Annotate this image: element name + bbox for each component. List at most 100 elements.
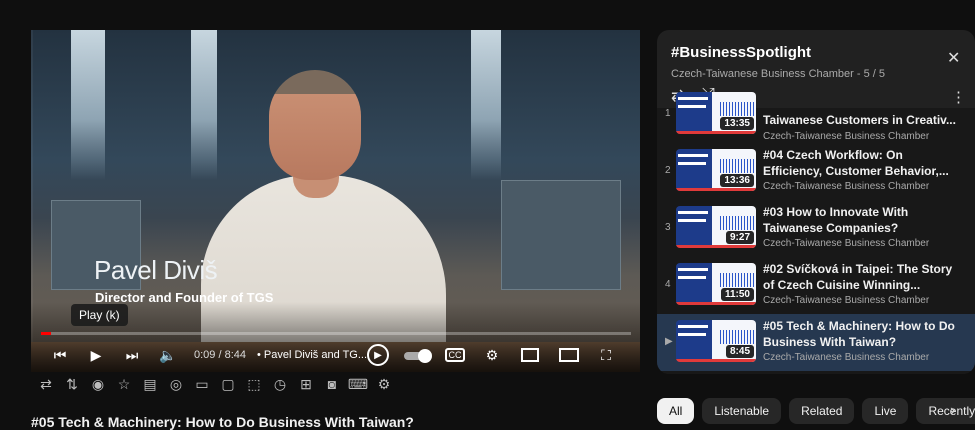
captions-icon[interactable]: CC (445, 348, 465, 362)
next-icon[interactable]: ⏭ (123, 346, 141, 364)
chapter-title[interactable]: • Pavel Diviš and TG... (257, 349, 367, 361)
video-player[interactable]: Pavel Diviš Director and Founder of TGS … (31, 30, 640, 372)
close-icon[interactable]: ✕ (947, 48, 960, 68)
star-icon[interactable]: ☆ (116, 376, 132, 392)
playlist-title[interactable]: #BusinessSpotlight (671, 44, 811, 61)
thumbnail-graphic (676, 131, 756, 134)
speaker-name-overlay: Pavel Diviš (94, 255, 218, 285)
time-display: 0:09 / 8:44 (194, 349, 246, 361)
playlist-item-index: 3 (665, 222, 671, 233)
thumbnail-graphic (678, 325, 708, 328)
duration-badge: 13:35 (720, 117, 754, 130)
playlist-item[interactable]: 2 13:36 #04 Czech Workflow: On Efficiency,… (657, 143, 975, 200)
keyboard-icon[interactable]: ⌨ (348, 376, 368, 392)
window-light (191, 30, 217, 180)
thumbnail-graphic (678, 162, 706, 165)
playlist-panel: #BusinessSpotlight Czech-Taiwanese Busin… (657, 30, 975, 374)
filter-chip[interactable]: Recently (916, 398, 975, 424)
play-tooltip: Play (k) (71, 304, 128, 326)
speaker-head (269, 70, 361, 180)
thumbnail-graphic (720, 330, 754, 344)
thumbnail-graphic (678, 268, 708, 271)
duration-badge: 13:36 (720, 174, 754, 187)
playlist-thumbnail[interactable]: 13:35 (676, 92, 756, 134)
thumbnail-graphic (720, 159, 754, 173)
playlist-item-title[interactable]: #05 Tech & Machinery: How to Do Business… (763, 318, 963, 350)
volume-icon[interactable]: 🔈 (159, 346, 177, 364)
broadcast-icon[interactable]: ◉ (90, 376, 106, 392)
window-light (471, 30, 501, 180)
fullscreen-icon[interactable]: ⛶ (597, 346, 615, 364)
filter-chips: All Listenable Related Live Recently (657, 398, 975, 424)
gear-icon[interactable]: ⚙ (376, 376, 392, 392)
playlist-thumbnail[interactable]: 13:36 (676, 149, 756, 191)
playlist-item-channel: Czech-Taiwanese Business Chamber (763, 131, 930, 142)
loop-icon[interactable]: ⇄ (38, 376, 54, 392)
duration-badge: 9:27 (725, 231, 754, 244)
play-icon[interactable]: ▶ (87, 346, 105, 364)
duration-badge: 11:50 (720, 288, 754, 301)
speed-icon[interactable]: ◷ (272, 376, 288, 392)
eye-caption-icon[interactable]: ◎ (168, 376, 184, 392)
playlist-item-index: 2 (665, 165, 671, 176)
layout-icon[interactable]: ▢ (220, 376, 236, 392)
thumbnail-graphic (678, 97, 708, 100)
window-light (71, 30, 105, 180)
filter-chip[interactable]: All (657, 398, 695, 424)
playlist-subtitle[interactable]: Czech-Taiwanese Business Chamber - 5 / 5 (671, 68, 885, 80)
filter-chip[interactable]: Listenable (702, 398, 782, 424)
playlist-item-title[interactable]: #02 Svíčková in Taipei: The Story of Cze… (763, 261, 963, 293)
playlist-item[interactable]: ▶ 8:45 #05 Tech & Machinery: How to Do Bus… (657, 314, 975, 371)
playlist-item-title[interactable]: #03 How to Innovate With Taiwanese Compa… (763, 204, 963, 236)
thumbnail-graphic (676, 245, 756, 248)
chevron-right-icon[interactable]: › (950, 402, 955, 420)
progress-bar[interactable] (41, 332, 631, 335)
previous-icon[interactable]: ⏮ (51, 346, 69, 364)
playlist-thumbnail[interactable]: 9:27 (676, 206, 756, 248)
thumbnail-graphic (720, 216, 754, 230)
progress-fill (41, 332, 52, 335)
player-controls: ⏮ ▶ ⏭ 🔈 0:09 / 8:44 • Pavel Diviš and TG… (31, 340, 640, 370)
playlist-thumbnail[interactable]: 8:45 (676, 320, 756, 362)
video-title: #05 Tech & Machinery: How to Do Business… (31, 414, 414, 430)
playlist-items: 1 13:35 Taiwanese Customers in Creativ... C… (657, 92, 975, 374)
sort-icon[interactable]: ⇅ (64, 376, 80, 392)
autoplay-toggle[interactable] (404, 349, 432, 363)
add-frame-icon[interactable]: ⊞ (298, 376, 314, 392)
extension-toolbar: ⇄ ⇅ ◉ ☆ ▤ ◎ ▭ ▢ ⬚ ◷ ⊞ ◙ ⌨ ⚙ (38, 376, 392, 393)
playlist-item-index: 4 (665, 279, 671, 290)
playlist-item[interactable]: 1 13:35 Taiwanese Customers in Creativ... C… (657, 86, 975, 143)
camera-icon[interactable]: ◙ (324, 376, 340, 392)
duration-badge: 8:45 (725, 345, 754, 358)
screenshot-hd-icon[interactable]: ▤ (142, 376, 158, 392)
playlist-item-index: 1 (665, 108, 671, 119)
thumbnail-graphic (678, 276, 706, 279)
thumbnail-graphic (678, 219, 706, 222)
thumbnail-graphic (720, 102, 754, 116)
thumbnail-graphic (678, 333, 706, 336)
thumbnail-graphic (676, 359, 756, 362)
playlist-thumbnail[interactable]: 11:50 (676, 263, 756, 305)
theater-icon[interactable] (559, 348, 579, 362)
playlist-item-channel: Czech-Taiwanese Business Chamber (763, 295, 930, 306)
playlist-item-title[interactable]: Taiwanese Customers in Creativ... (763, 112, 963, 128)
dotted-frame-icon[interactable]: ⬚ (246, 376, 262, 392)
playlist-item[interactable]: 3 9:27 #03 How to Innovate With Taiwanese … (657, 200, 975, 257)
frame-icon[interactable]: ▭ (194, 376, 210, 392)
autoplay-toggle-knob (418, 349, 432, 363)
playlist-item-channel: Czech-Taiwanese Business Chamber (763, 352, 930, 363)
thumbnail-graphic (678, 154, 708, 157)
thumbnail-graphic (676, 302, 756, 305)
playlist-item[interactable]: 4 11:50 #02 Svíčková in Taipei: The Story … (657, 257, 975, 314)
playlist-item-channel: Czech-Taiwanese Business Chamber (763, 181, 930, 192)
thumbnail-graphic (678, 105, 706, 108)
filter-chip[interactable]: Live (862, 398, 909, 424)
playlist-item-title[interactable]: #04 Czech Workflow: On Efficiency, Custo… (763, 147, 963, 179)
filter-chip[interactable]: Related (789, 398, 855, 424)
sponsor-icon[interactable]: ▶ (367, 344, 389, 366)
playlist-item-index: ▶ (665, 336, 673, 347)
miniplayer-icon[interactable] (521, 348, 539, 362)
settings-icon[interactable]: ⚙ (483, 346, 501, 364)
thumbnail-graphic (720, 273, 754, 287)
thumbnail-graphic (678, 211, 708, 214)
